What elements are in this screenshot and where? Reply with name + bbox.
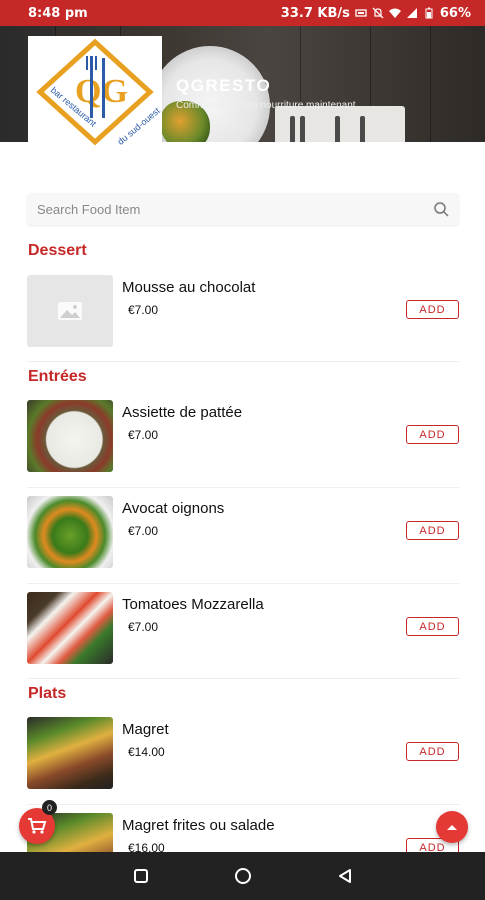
chevron-up-icon (447, 825, 457, 830)
divider (27, 487, 459, 488)
svg-text:QG: QG (75, 73, 128, 110)
fork-icon (290, 116, 295, 142)
scroll-top-button[interactable] (436, 811, 468, 843)
data-saver-icon (355, 9, 367, 17)
system-nav-bar (0, 852, 485, 900)
item-image (27, 496, 113, 568)
network-speed: 33.7 KB/s (280, 5, 350, 21)
search-input[interactable] (37, 201, 433, 217)
menu-item: Assiette de pattée €7.00 ADD (27, 400, 459, 474)
item-name: Assiette de pattée (122, 404, 243, 421)
menu-item: Magret €14.00 ADD (27, 717, 459, 791)
item-image-placeholder (27, 275, 113, 347)
battery-percent: 66% (439, 5, 471, 21)
item-image (27, 400, 113, 472)
cart-count-badge: 0 (42, 800, 57, 815)
home-icon[interactable] (234, 867, 252, 885)
item-price: €14.00 (128, 745, 165, 759)
item-price: €7.00 (128, 428, 159, 442)
category-dessert: Dessert (28, 242, 87, 259)
item-name: Mousse au chocolat (122, 279, 256, 296)
item-image (27, 592, 113, 664)
brand-tagline: Commandez votre nourriture maintenant (176, 100, 356, 111)
add-button[interactable]: ADD (406, 521, 459, 540)
category-plats: Plats (28, 685, 67, 702)
battery-icon (425, 7, 433, 19)
search-icon[interactable] (433, 201, 449, 217)
cart-icon (28, 818, 47, 834)
status-icons: 33.7 KB/s 66% (281, 6, 471, 21)
brand-title: QGRESTO (176, 76, 272, 95)
divider (27, 804, 459, 805)
menu-item: Mousse au chocolat €7.00 ADD (27, 275, 459, 349)
status-bar: 8:48 pm 33.7 KB/s 66% (0, 0, 485, 26)
back-icon[interactable] (337, 868, 353, 884)
item-name: Tomatoes Mozzarella (122, 596, 264, 613)
item-name: Avocat oignons (122, 500, 225, 517)
add-button[interactable]: ADD (406, 300, 459, 319)
item-price: €7.00 (128, 303, 159, 317)
item-image (27, 717, 113, 789)
item-name: Magret frites ou salade (122, 817, 275, 834)
fork-icon (300, 116, 305, 142)
menu-item: Avocat oignons €7.00 ADD (27, 496, 459, 570)
divider (27, 678, 459, 679)
logo-graphic: QG bar restaurant du sud-ouest (36, 38, 162, 147)
item-price: €7.00 (128, 524, 159, 538)
search-bar[interactable] (27, 193, 459, 225)
item-price: €7.00 (128, 620, 159, 634)
divider (27, 361, 459, 362)
status-time: 8:48 pm (28, 5, 88, 21)
knife-icon (360, 116, 365, 142)
wood-plank (430, 26, 431, 142)
add-button[interactable]: ADD (406, 425, 459, 444)
spoon-icon (335, 116, 340, 142)
wifi-icon (388, 8, 401, 18)
signal-icon (406, 8, 417, 18)
restaurant-logo: QG bar restaurant du sud-ouest (28, 36, 162, 148)
item-name: Magret (122, 721, 169, 738)
mute-icon (372, 7, 384, 19)
divider (27, 583, 459, 584)
menu-item: Tomatoes Mozzarella €7.00 ADD (27, 592, 459, 666)
category-entrees: Entrées (28, 368, 87, 385)
image-placeholder-icon (58, 302, 82, 320)
recents-icon[interactable] (133, 868, 149, 884)
add-button[interactable]: ADD (406, 742, 459, 761)
add-button[interactable]: ADD (406, 617, 459, 636)
